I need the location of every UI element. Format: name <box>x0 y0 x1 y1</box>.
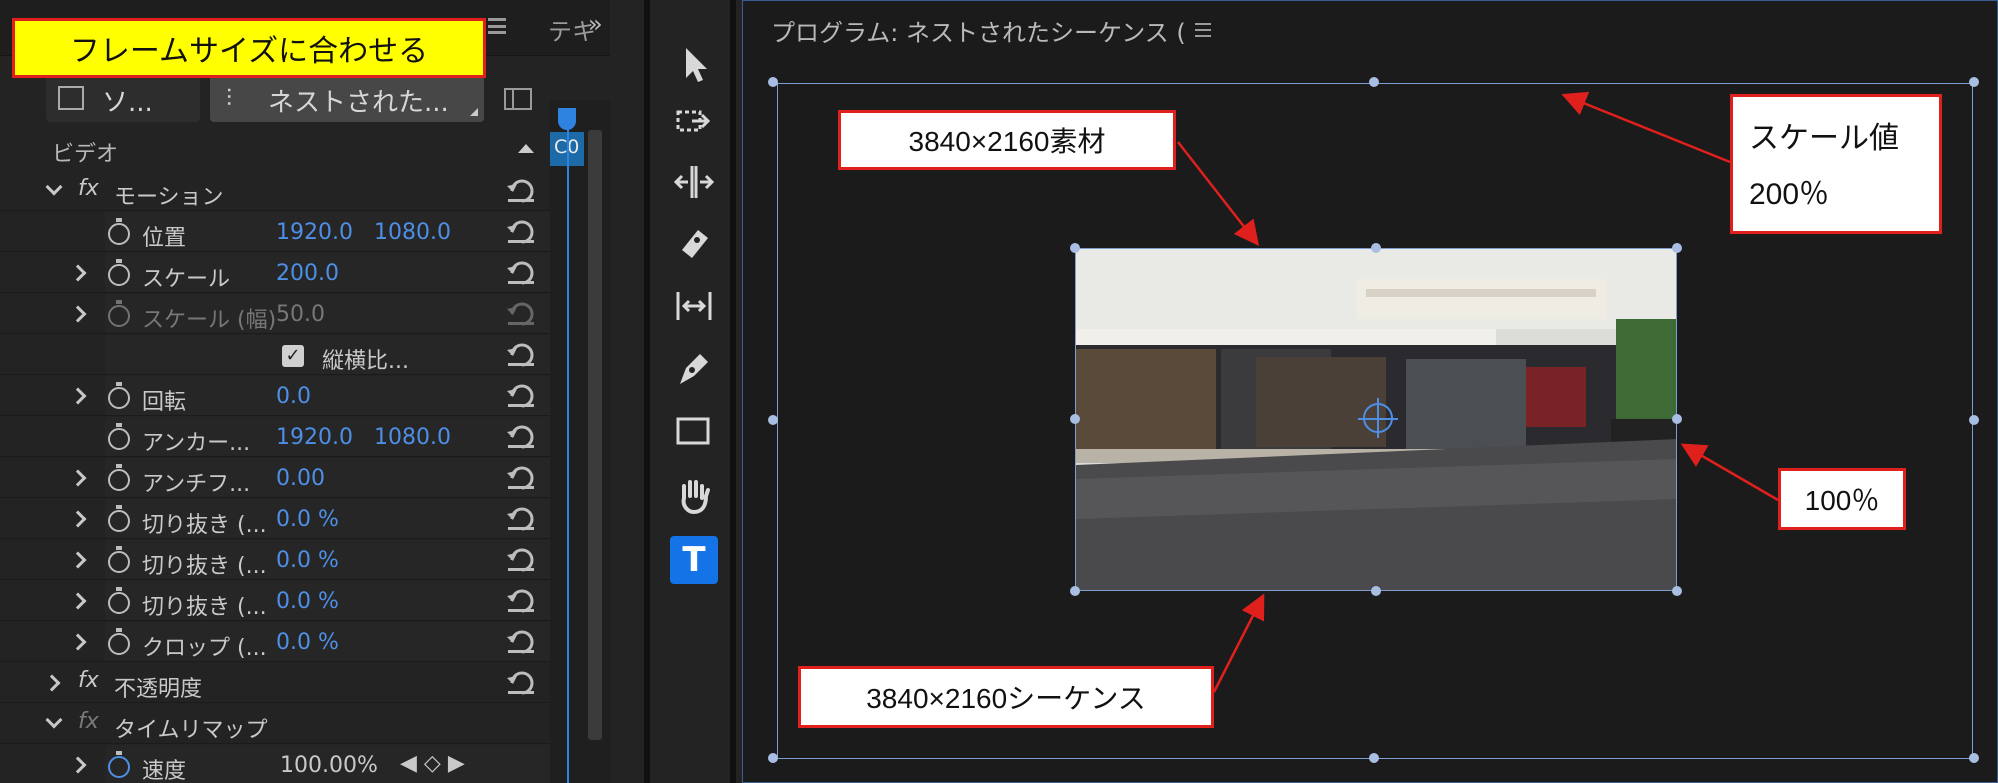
arrow-sequence <box>1212 593 1265 693</box>
arrow-scale <box>1561 91 1731 164</box>
callout-arrows <box>1177 91 1779 693</box>
arrow-100-percent <box>1680 443 1779 502</box>
arrow-material <box>1177 141 1260 246</box>
